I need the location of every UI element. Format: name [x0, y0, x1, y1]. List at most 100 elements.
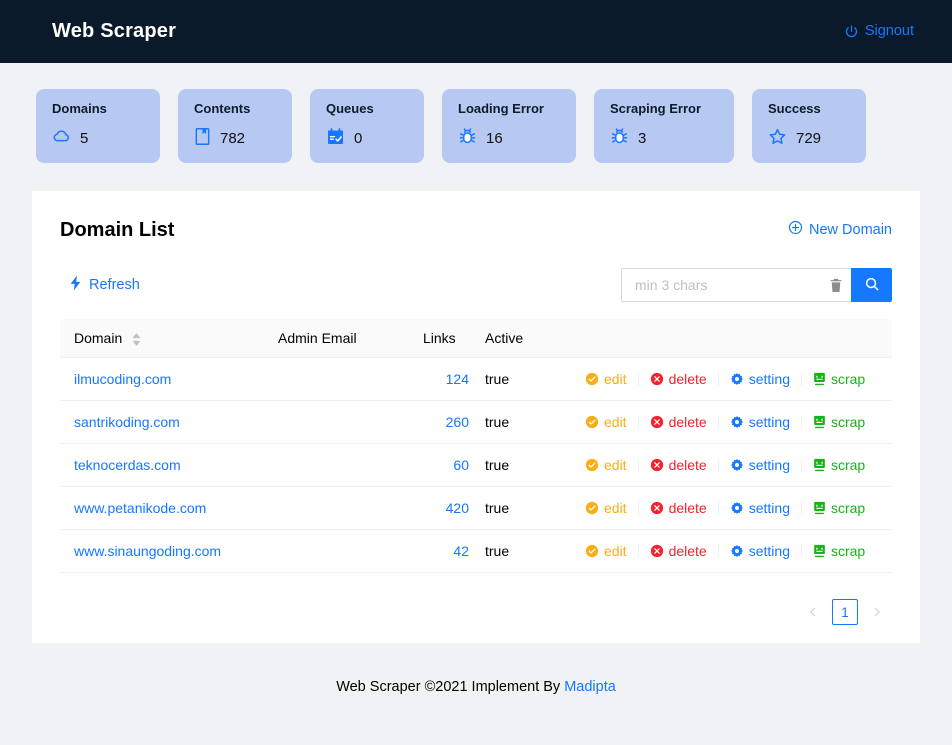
scrap-action[interactable]: scrap	[813, 500, 865, 516]
scrap-action[interactable]: scrap	[813, 414, 865, 430]
footer-author-link[interactable]: Madipta	[564, 679, 616, 695]
cell-active: true	[477, 444, 577, 487]
stat-card-domains[interactable]: Domains 5	[36, 89, 160, 163]
pagination-page-1[interactable]: 1	[832, 599, 858, 625]
cell-domain: www.sinaungoding.com	[60, 530, 270, 573]
links-count-link[interactable]: 60	[453, 457, 469, 473]
domain-link[interactable]: teknocerdas.com	[74, 457, 181, 473]
signout-button[interactable]: Signout	[844, 23, 928, 39]
column-header-domain[interactable]: Domain	[60, 319, 270, 358]
action-divider	[638, 501, 639, 515]
chevron-left-icon[interactable]	[802, 599, 824, 625]
stat-card-success[interactable]: Success 729	[752, 89, 866, 163]
delete-action[interactable]: delete	[650, 457, 707, 473]
edit-label: edit	[604, 457, 627, 473]
stat-title: Success	[768, 101, 850, 116]
new-domain-button[interactable]: New Domain	[788, 217, 892, 239]
edit-action[interactable]: edit	[585, 500, 627, 516]
monitor-icon	[813, 458, 826, 472]
delete-label: delete	[669, 500, 707, 516]
edit-action[interactable]: edit	[585, 414, 627, 430]
panel-header: Domain List New Domain	[60, 217, 892, 242]
domain-link[interactable]: www.sinaungoding.com	[74, 543, 221, 559]
domain-link[interactable]: www.petanikode.com	[74, 500, 206, 516]
close-circle-icon	[650, 415, 664, 429]
delete-label: delete	[669, 371, 707, 387]
gear-icon	[730, 458, 744, 472]
search-button[interactable]	[851, 268, 892, 302]
refresh-button[interactable]: Refresh	[60, 275, 140, 295]
column-header-admin-email: Admin Email	[270, 319, 415, 358]
delete-action[interactable]: delete	[650, 500, 707, 516]
chevron-right-icon[interactable]	[866, 599, 888, 625]
links-count-link[interactable]: 420	[446, 500, 469, 516]
links-count-link[interactable]: 42	[453, 543, 469, 559]
stat-card-scraping-error[interactable]: Scraping Error 3	[594, 89, 734, 163]
edit-action[interactable]: edit	[585, 457, 627, 473]
cell-links: 420	[415, 487, 477, 530]
setting-action[interactable]: setting	[730, 414, 790, 430]
stat-title: Scraping Error	[610, 101, 718, 116]
scrap-label: scrap	[831, 371, 865, 387]
refresh-label: Refresh	[89, 277, 140, 293]
check-circle-icon	[585, 372, 599, 386]
cloud-icon	[52, 127, 71, 149]
app-brand: Web Scraper	[52, 20, 176, 43]
book-icon	[194, 127, 211, 149]
stat-value: 782	[220, 130, 245, 147]
trash-icon[interactable]	[825, 278, 843, 293]
search-input[interactable]	[633, 276, 825, 294]
action-divider	[718, 501, 719, 515]
setting-action[interactable]: setting	[730, 543, 790, 559]
page-title: Domain List	[60, 217, 174, 242]
stat-card-loading-error[interactable]: Loading Error 16	[442, 89, 576, 163]
check-circle-icon	[585, 544, 599, 558]
cell-links: 260	[415, 401, 477, 444]
close-circle-icon	[650, 458, 664, 472]
domain-list-panel: Domain List New Domain Refresh	[32, 191, 920, 643]
signout-label: Signout	[865, 23, 914, 39]
setting-action[interactable]: setting	[730, 371, 790, 387]
scrap-action[interactable]: scrap	[813, 543, 865, 559]
domain-link[interactable]: ilmucoding.com	[74, 371, 171, 387]
action-divider	[801, 458, 802, 472]
close-circle-icon	[650, 501, 664, 515]
table-row: www.sinaungoding.com 42 true edit delete	[60, 530, 892, 573]
cell-actions: edit delete setting	[577, 444, 892, 487]
stat-value: 0	[354, 130, 362, 147]
domain-link[interactable]: santrikoding.com	[74, 414, 180, 430]
edit-action[interactable]: edit	[585, 543, 627, 559]
stat-value: 729	[796, 130, 821, 147]
setting-label: setting	[749, 414, 790, 430]
setting-action[interactable]: setting	[730, 457, 790, 473]
stat-value: 16	[486, 130, 503, 147]
search-bar	[621, 268, 892, 302]
monitor-icon	[813, 415, 826, 429]
delete-label: delete	[669, 414, 707, 430]
cell-active: true	[477, 487, 577, 530]
table-row: teknocerdas.com 60 true edit delete	[60, 444, 892, 487]
setting-label: setting	[749, 543, 790, 559]
scrap-action[interactable]: scrap	[813, 371, 865, 387]
scrap-action[interactable]: scrap	[813, 457, 865, 473]
stat-card-queues[interactable]: Queues 0	[310, 89, 424, 163]
delete-action[interactable]: delete	[650, 543, 707, 559]
table-body: ilmucoding.com 124 true edit delete	[60, 358, 892, 573]
cell-domain: santrikoding.com	[60, 401, 270, 444]
edit-action[interactable]: edit	[585, 371, 627, 387]
links-count-link[interactable]: 124	[446, 371, 469, 387]
column-header-actions	[577, 319, 892, 358]
action-divider	[638, 415, 639, 429]
column-header-active: Active	[477, 319, 577, 358]
setting-label: setting	[749, 457, 790, 473]
action-divider	[718, 458, 719, 472]
stats-row: Domains 5 Contents 782 Queues	[0, 63, 952, 163]
setting-action[interactable]: setting	[730, 500, 790, 516]
delete-action[interactable]: delete	[650, 371, 707, 387]
links-count-link[interactable]: 260	[446, 414, 469, 430]
delete-action[interactable]: delete	[650, 414, 707, 430]
stat-card-contents[interactable]: Contents 782	[178, 89, 292, 163]
sort-arrows-icon[interactable]	[132, 333, 141, 346]
cell-admin-email	[270, 487, 415, 530]
gear-icon	[730, 501, 744, 515]
